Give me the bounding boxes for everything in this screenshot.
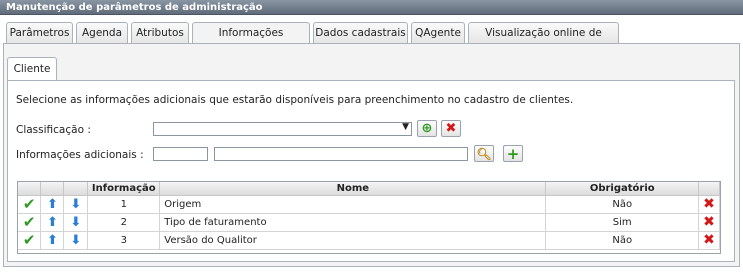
add-icon: + [506,144,520,163]
arrow-down-icon[interactable]: ⬇ [70,215,81,230]
tab-dados-cadastrais[interactable]: Dados cadastrais [313,22,408,43]
arrow-down-icon[interactable]: ⬇ [70,197,81,212]
info-code-input[interactable] [153,147,208,161]
description-text: Selecione as informações adicionais que … [16,94,574,106]
tab-informacoes-adicionais[interactable]: Informações adicionais [192,22,310,59]
add-icon: ⊕ [421,121,433,136]
header-informacao[interactable]: Informação [87,182,161,196]
tab-agenda[interactable]: Agenda [76,22,128,43]
arrow-down-icon[interactable]: ⬇ [70,233,81,248]
row-informacao: 2 [87,213,161,232]
tab-parametros[interactable]: Parâmetros [6,22,73,43]
row-informacao: 1 [87,195,161,214]
row-obrigatorio: Não [545,195,699,214]
header-nome[interactable]: Nome [159,182,547,196]
check-icon[interactable]: ✔ [23,213,36,231]
check-icon[interactable]: ✔ [23,195,36,213]
info-grid: Informação Nome Obrigatório ✔ ⬆ ⬇ 1 Orig… [17,181,721,254]
search-icon: 🔍︎ [476,146,492,161]
subtab-cliente[interactable]: Cliente [7,57,57,80]
header-check [18,182,42,196]
header-delete [698,182,720,196]
classificacao-select[interactable]: ▼ [153,122,412,136]
header-obrigatorio[interactable]: Obrigatório [545,182,699,196]
chevron-down-icon: ▼ [402,122,409,132]
table-row: ✔ ⬆ ⬇ 1 Origem Não ✖ [18,195,720,214]
delete-icon[interactable]: ✖ [703,214,715,230]
tab-visualizacao-online-anexos[interactable]: Visualização online de anexos [468,22,619,59]
add-info-button[interactable]: + [503,144,523,163]
row-nome: Origem [159,195,547,214]
arrow-up-icon[interactable]: ⬆ [47,215,58,230]
tab-qagente[interactable]: QAgente [411,22,465,43]
delete-icon: ✖ [445,121,457,136]
row-nome: Versão do Qualitor [159,231,547,250]
delete-icon[interactable]: ✖ [703,232,715,248]
grid-header-row: Informação Nome Obrigatório [18,182,720,196]
table-row: ✔ ⬆ ⬇ 2 Tipo de faturamento Sim ✖ [18,213,720,232]
remove-classificacao-button[interactable]: ✖ [441,120,461,137]
info-name-input[interactable] [214,147,468,161]
row-nome: Tipo de faturamento [159,213,547,232]
row-obrigatorio: Não [545,231,699,250]
header-down [63,182,89,196]
table-row: ✔ ⬆ ⬇ 3 Versão do Qualitor Não ✖ [18,231,720,250]
tab-atributos[interactable]: Atributos [131,22,189,43]
header-up [40,182,65,196]
classificacao-label: Classificação : [16,124,91,136]
search-info-button[interactable]: 🔍︎ [474,145,494,162]
arrow-up-icon[interactable]: ⬆ [47,233,58,248]
arrow-up-icon[interactable]: ⬆ [47,197,58,212]
delete-icon[interactable]: ✖ [703,196,715,212]
informacoes-adicionais-label: Informações adicionais : [16,149,144,161]
add-classificacao-button[interactable]: ⊕ [417,120,437,137]
row-obrigatorio: Sim [545,213,699,232]
check-icon[interactable]: ✔ [23,231,36,249]
window-title: Manutenção de parâmetros de administraçã… [0,0,743,15]
row-informacao: 3 [87,231,161,250]
